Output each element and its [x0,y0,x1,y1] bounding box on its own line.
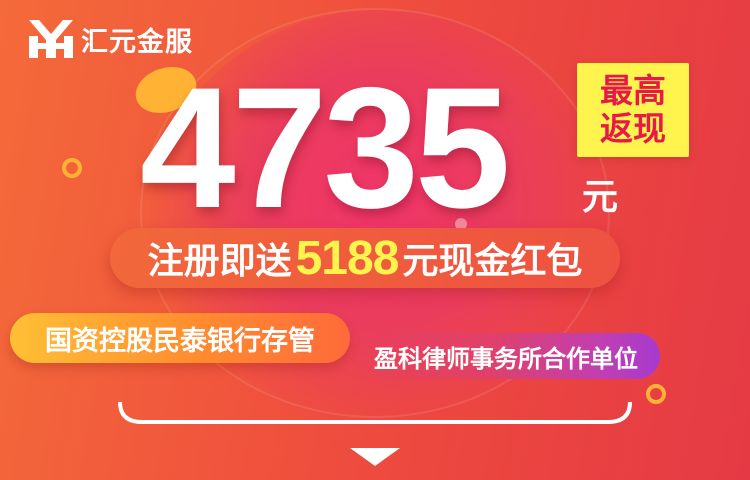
hy-monogram-logo-icon [27,16,75,62]
coin-ring-decoration [62,158,82,178]
bonus-suffix: 元现金红包 [402,241,583,282]
cashback-amount: 4735 [140,52,511,244]
cashback-unit: 元 [582,177,619,218]
register-bonus-pill[interactable]: 注册即送 5188 元现金红包 [110,228,620,288]
tag-line-1: 最高 [600,71,666,110]
promo-banner[interactable]: 汇元金服 4735 元 最高 返现 注册即送 5188 元现金红包 国资控股民泰… [0,0,750,480]
max-cashback-tag: 最高 返现 [577,63,689,157]
bottom-bracket-arrow [110,400,640,470]
bonus-amount: 5188 [295,231,400,285]
bank-custody-badge: 国资控股民泰银行存管 [10,313,350,363]
bonus-prefix: 注册即送 [147,241,292,282]
tag-line-2: 返现 [600,109,666,148]
law-firm-partner-badge: 盈科律师事务所合作单位 [352,333,660,379]
coin-ring-decoration [646,384,666,404]
down-arrow-icon [350,448,400,466]
